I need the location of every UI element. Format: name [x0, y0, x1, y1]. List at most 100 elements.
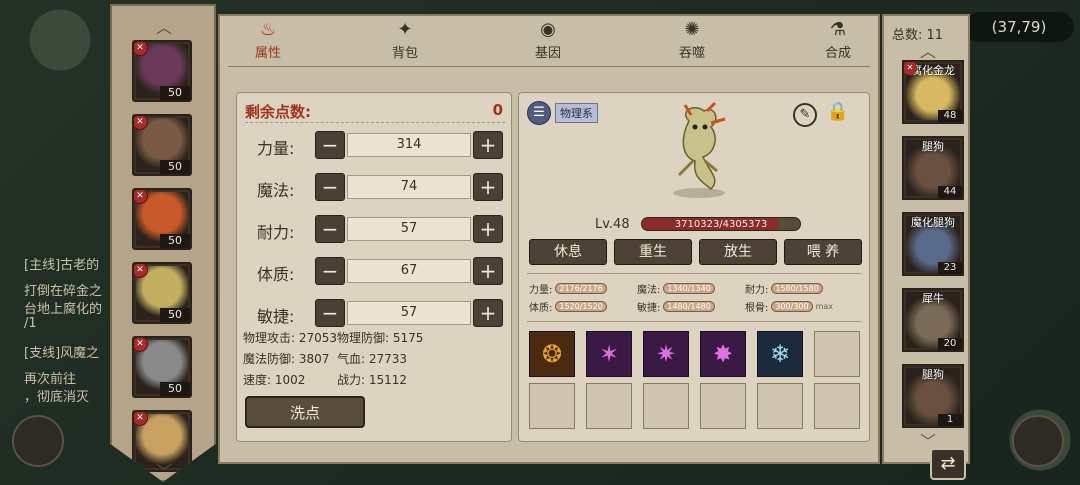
hero-badge-icon: ✕ [134, 42, 148, 56]
pet-stat: 体质: 1520/1520 [529, 299, 607, 314]
remaining-points-label: 剩余点数: [245, 103, 311, 121]
list-icon[interactable]: ☰ [527, 101, 551, 125]
gene-eye-icon: ◉ [540, 19, 556, 40]
stat-decrease-button[interactable]: − [315, 215, 345, 243]
stat-increase-button[interactable]: + [473, 257, 503, 285]
skill-slot[interactable]: ✶ [586, 331, 632, 377]
stat-increase-button[interactable]: + [473, 131, 503, 159]
tab-label: 合成 [824, 46, 851, 61]
empty-skill-slot[interactable] [529, 383, 575, 429]
pet-type-badge: ☰ 物理系 [527, 101, 598, 125]
stat-decrease-button[interactable]: − [315, 257, 345, 285]
tab-bag[interactable]: ✦ 背包 [365, 18, 445, 61]
hero-slot[interactable]: ✕ 50 [132, 114, 192, 176]
pet-info-panel: ☰ 物理系 ✎ 🔒 Lv.48 3710323/4305373 休息 重生 放生喂 … [518, 92, 870, 442]
quest-line: /1 [24, 316, 37, 331]
derived-stat: 物理防御: 5175 [337, 331, 424, 345]
skill-slot[interactable]: ❄ [757, 331, 803, 377]
skill-slot[interactable]: ✷ [643, 331, 689, 377]
hero-slot[interactable]: ✕ 50 [132, 336, 192, 398]
pet-action-button[interactable]: 重生 [614, 239, 692, 265]
hero-badge-icon: ✕ [134, 190, 148, 204]
hero-level: 50 [160, 160, 190, 174]
world-right-button[interactable] [1012, 415, 1064, 467]
pet-list-item[interactable]: 腐化金龙 48 ✕ [902, 60, 964, 124]
stat-decrease-button[interactable]: − [315, 299, 345, 327]
pet-list-item[interactable]: 腿狗 44 [902, 136, 964, 200]
quest-line: 打倒在碎金之 [24, 284, 103, 299]
pet-stat-value: 1580/1580 [771, 283, 823, 294]
tab-synthesis[interactable]: ⚗ 合成 [798, 18, 878, 61]
hero-badge-icon: ✕ [134, 116, 148, 130]
pet-list-item[interactable]: 犀牛 20 [902, 288, 964, 352]
hero-level: 50 [160, 382, 190, 396]
hero-list-up-icon[interactable]: ︿ [154, 14, 174, 38]
tab-flame[interactable]: ♨ 属性 [228, 18, 308, 61]
pet-hp-bar: 3710323/4305373 [641, 217, 801, 231]
pet-list-item[interactable]: 腿狗 1 [902, 364, 964, 428]
pet-list-panel: ︿ 腐化金龙 48 ✕ 腿狗 44 魔化腿狗 23 犀牛 20 腿狗 1 ﹀ [882, 14, 970, 464]
pet-level-badge: 20 [938, 338, 962, 350]
pet-type-label: 物理系 [555, 103, 598, 123]
stat-row: 耐力: −57 + [237, 215, 513, 245]
pet-action-button[interactable]: 放生 [699, 239, 777, 265]
empty-skill-slot[interactable] [757, 383, 803, 429]
pet-stat-label: 根骨: [745, 303, 769, 314]
tab-devour[interactable]: ✺ 吞噬 [652, 18, 732, 61]
quest-line: [主线]古老的 [24, 258, 100, 273]
pet-badge-icon: ✕ [904, 62, 917, 75]
quest-line: [支线]风魔之 [24, 346, 100, 361]
stat-decrease-button[interactable]: − [315, 131, 345, 159]
pet-name: 腿狗 [922, 140, 944, 153]
stat-value: 57 [347, 301, 471, 325]
stat-increase-button[interactable]: + [473, 299, 503, 327]
attribute-panel: 剩余点数: 0 力量: −314 + 魔法: −74 + 耐力: −57 + 体质: −67 + 敏捷:… [236, 92, 512, 442]
world-left-button[interactable] [12, 415, 64, 467]
pet-detail-panel: ♨ 属性 ✦ 背包 ◉ 基因 ✺ 吞噬 ⚗ 合成 剩余点数: 0 力量: −314 + 魔法: −74 + 耐… [218, 14, 880, 464]
pet-action-button[interactable]: 休息 [529, 239, 607, 265]
pet-name: 犀牛 [922, 292, 944, 305]
hero-list-panel: ︿ ✕ 50 ✕ 50 ✕ 50 ✕ 50 ✕ 50 ✕ ﹀ [110, 4, 216, 482]
stat-label: 魔法: [257, 181, 295, 200]
swap-close-icon[interactable]: ⇄ [930, 448, 966, 480]
pet-hp-text: 3710323/4305373 [674, 219, 768, 230]
ice-skill-icon: ❄ [769, 340, 791, 368]
stat-increase-button[interactable]: + [473, 173, 503, 201]
reset-points-button[interactable]: 洗点 [245, 396, 365, 428]
empty-skill-slot[interactable] [700, 383, 746, 429]
empty-skill-slot[interactable] [643, 383, 689, 429]
hero-badge-icon: ✕ [134, 412, 148, 426]
stat-row: 力量: −314 + [237, 131, 513, 161]
feather-icon[interactable]: ✎ [793, 103, 817, 127]
skill-slot[interactable]: ✸ [700, 331, 746, 377]
tab-label: 吞噬 [678, 46, 705, 61]
empty-skill-slot[interactable] [814, 331, 860, 377]
hero-slot[interactable]: ✕ 50 [132, 188, 192, 250]
empty-skill-slot[interactable] [586, 383, 632, 429]
empty-skill-slot[interactable] [814, 383, 860, 429]
coordinate-readout: (37,79) [964, 12, 1074, 42]
skill-slot[interactable]: ❂ [529, 331, 575, 377]
pet-action-button[interactable]: 喂 养 [784, 239, 862, 265]
tab-gene-eye[interactable]: ◉ 基因 [508, 18, 588, 61]
quest-line: 台地上腐化的 [24, 302, 103, 317]
pet-stat: 敏捷: 1480/1480 [637, 299, 715, 314]
lock-icon[interactable]: 🔒 [825, 101, 851, 129]
strike-skill-icon: ✸ [712, 340, 734, 368]
stat-increase-button[interactable]: + [473, 215, 503, 243]
tab-label: 属性 [254, 46, 281, 61]
burst-skill-icon: ✷ [655, 340, 677, 368]
remaining-points-value: 0 [492, 101, 503, 119]
slash-skill-icon: ✶ [598, 340, 620, 368]
pet-stat-value: 1520/1520 [555, 301, 607, 312]
pet-list-item[interactable]: 魔化腿狗 23 [902, 212, 964, 276]
pet-level-badge: 1 [938, 414, 962, 426]
tab-bar: ♨ 属性 ✦ 背包 ◉ 基因 ✺ 吞噬 ⚗ 合成 [220, 16, 878, 64]
hero-slot[interactable]: ✕ 50 [132, 262, 192, 324]
hero-badge-icon: ✕ [134, 338, 148, 352]
hero-slot[interactable]: ✕ 50 [132, 40, 192, 102]
hero-level: 50 [160, 234, 190, 248]
stat-decrease-button[interactable]: − [315, 173, 345, 201]
pet-name: 魔化腿狗 [911, 216, 955, 229]
pet-level-badge: 48 [938, 110, 962, 122]
